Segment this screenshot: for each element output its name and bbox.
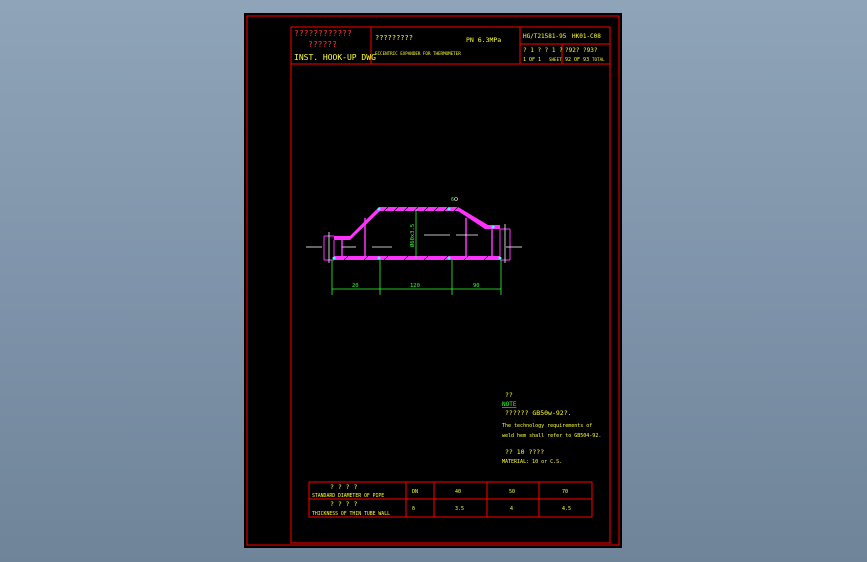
total-word: TOTAL: [592, 57, 605, 62]
note-line1: The technology requirements of: [502, 423, 592, 429]
cad-drawing: ???????????? ?????? INST. HOOK-UP DWG ??…: [246, 15, 620, 546]
row2-value-1: 3.5: [455, 506, 464, 512]
sheet-word: SHEET: [549, 57, 562, 62]
row2-unit: δ: [412, 506, 415, 512]
pn-label: PN 6.3MPa: [466, 36, 501, 44]
note-line2: weld hem shall refer to GB504-92.: [502, 433, 601, 439]
material-line: MATERIAL: 10 or C.S.: [502, 459, 562, 465]
note-heading: NOTE: [502, 401, 517, 408]
dim-2: 120: [410, 283, 420, 289]
dim-1: 20: [352, 283, 359, 289]
cn-note-heading: ??: [505, 391, 513, 399]
std-number: HG/T21581-95: [523, 33, 567, 40]
cn-org-line1: ????????????: [294, 29, 352, 38]
en-title: ECCENTRIC EXPANDER FOR THERMOMETER: [375, 51, 461, 56]
outer-frame: [246, 15, 620, 546]
drawing-no: HK01-C08: [572, 33, 601, 40]
hookup-label: INST. HOOK-UP DWG: [294, 53, 376, 62]
cn-material: ?? 10 ????: [505, 448, 544, 456]
sheet-of: 1 OF 1: [523, 57, 541, 63]
cn-org-line2: ??????: [308, 40, 337, 49]
cn-sheet-label: ? 1 ? ? 1 ?: [523, 47, 563, 54]
dim-3: 90: [473, 283, 480, 289]
weld-mark: 6: [451, 197, 454, 203]
cn-note-text: ?????? GB50w-92?.: [505, 409, 572, 417]
row2-label: THICKNESS OF THIN TUBE WALL: [312, 511, 390, 517]
row2-value-3: 4.5: [562, 506, 571, 512]
page-of: 92 OF 93: [565, 57, 589, 63]
row1-value-3: 70: [562, 489, 568, 495]
cn-page-label: ?92? ?93?: [565, 47, 598, 54]
row1-value-1: 40: [455, 489, 461, 495]
spec-table: ? ? ? ? STANDARD DIAMETER OF PIPE DN 40 …: [308, 481, 593, 518]
row1-label: STANDARD DIAMETER OF PIPE: [312, 493, 384, 499]
row1-value-2: 50: [509, 489, 515, 495]
diameter-label: Ø60x3.5: [409, 224, 416, 247]
cn-title: ?????????: [375, 34, 413, 42]
lower-wall: [334, 256, 500, 260]
notes-block: ?? NOTE ?????? GB50w-92?. The technology…: [502, 391, 601, 465]
row1-unit: DN: [412, 489, 418, 495]
title-block-text: ???????????? ?????? INST. HOOK-UP DWG ??…: [294, 29, 605, 63]
drawing-sheet: ???????????? ?????? INST. HOOK-UP DWG ??…: [244, 13, 622, 548]
inner-frame: [290, 26, 611, 544]
row1-cn: ? ? ? ?: [330, 483, 357, 491]
row2-value-2: 4: [510, 506, 513, 512]
row2-cn: ? ? ? ?: [330, 500, 357, 508]
